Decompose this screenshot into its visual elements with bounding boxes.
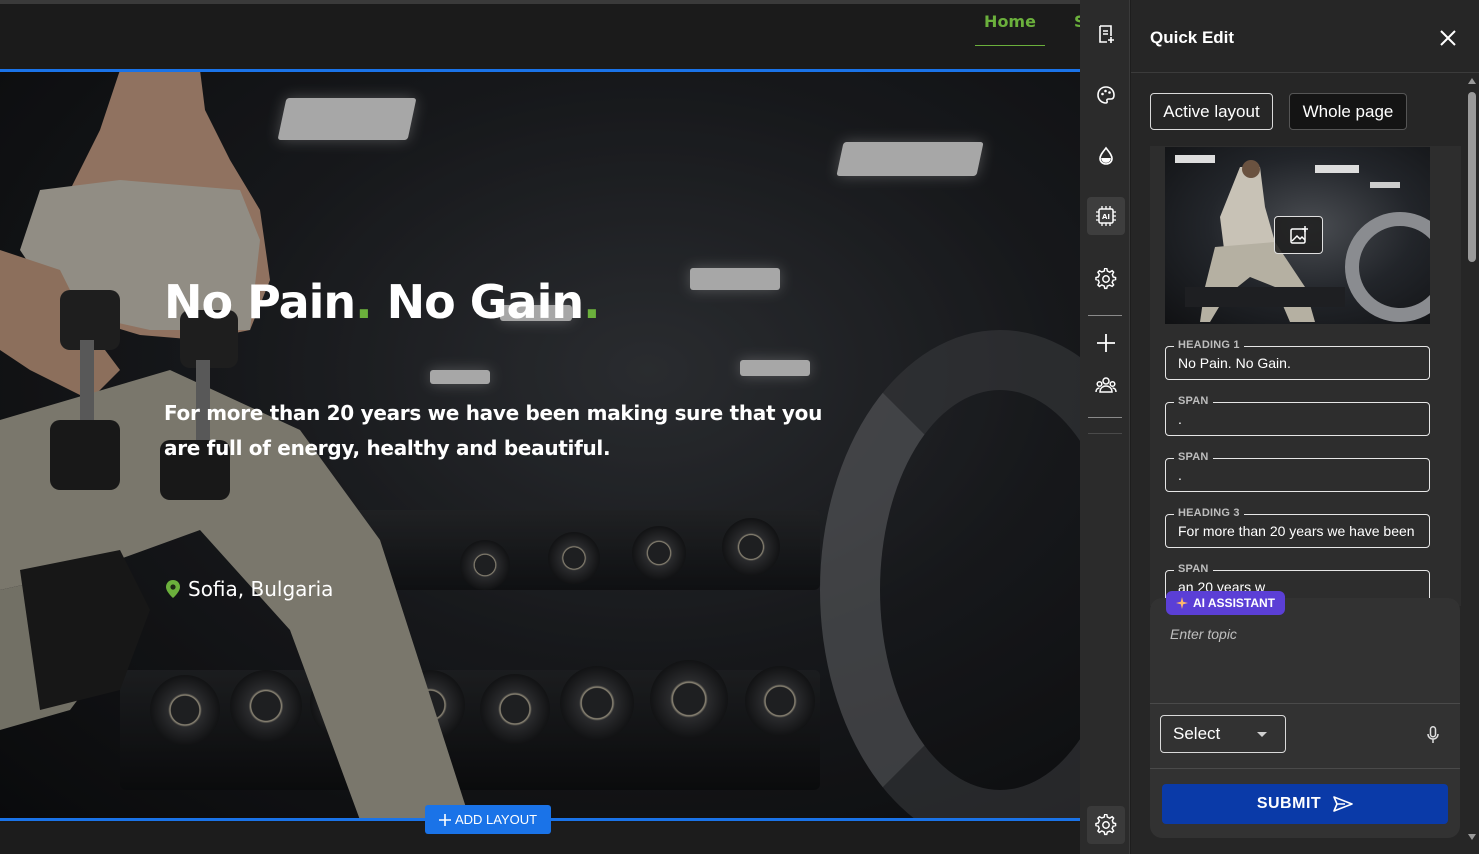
add-layout-label: ADD LAYOUT (454, 812, 538, 827)
submit-label: SUBMIT (1256, 795, 1322, 812)
theme-colors-button[interactable] (1087, 76, 1125, 114)
field-span[interactable]: SPAN . (1165, 395, 1430, 436)
site-header: Home S (0, 0, 1080, 70)
scroll-up-arrow-icon[interactable] (1468, 78, 1476, 84)
ai-chip-icon: AI (1096, 206, 1116, 226)
scroll-down-arrow-icon[interactable] (1468, 834, 1476, 840)
ai-divider (1150, 768, 1460, 769)
rail-divider (1088, 433, 1122, 434)
ai-tools-button[interactable]: AI (1087, 197, 1125, 235)
ai-badge-label: AI ASSISTANT (1193, 596, 1276, 610)
drop-icon (1099, 146, 1113, 165)
svg-text:AI: AI (1102, 213, 1110, 221)
hero-section[interactable]: No Pain. No Gain. For more than 20 years… (0, 70, 1080, 820)
location-text: Sofia, Bulgaria (188, 577, 334, 601)
layout-image-thumbnail[interactable] (1165, 147, 1430, 324)
page-add-icon (1099, 25, 1114, 43)
field-label: HEADING 3 (1174, 507, 1244, 519)
field-value[interactable]: . (1178, 411, 1419, 427)
add-element-button[interactable] (1087, 324, 1125, 362)
select-value: Select (1173, 724, 1221, 743)
field-span[interactable]: SPAN . (1165, 451, 1430, 492)
field-label: SPAN (1174, 451, 1213, 463)
ai-mode-select[interactable]: Select (1160, 715, 1286, 753)
tab-active-layout[interactable]: Active layout (1150, 93, 1273, 130)
ai-topic-input[interactable] (1150, 618, 1460, 704)
field-value[interactable]: For more than 20 years we have been maki… (1178, 523, 1419, 539)
panel-header: Quick Edit (1131, 0, 1479, 73)
scrollbar-thumb[interactable] (1468, 92, 1476, 262)
send-icon (1333, 796, 1353, 812)
site-preview: Home S No Pain. No Gain. For more than 2… (0, 0, 1080, 854)
hero-heading[interactable]: No Pain. No Gain. (164, 275, 601, 329)
panel-title: Quick Edit (1150, 28, 1235, 47)
location-pin-icon (166, 580, 180, 598)
nav-link-home[interactable]: Home (975, 10, 1045, 46)
palette-icon (1097, 86, 1115, 104)
plus-icon (1097, 334, 1115, 352)
fields-scroll-area[interactable]: HEADING 1 No Pain. No Gain. SPAN . SPAN … (1150, 146, 1461, 606)
hero-heading-part1: No Pain (164, 275, 356, 329)
field-heading-3[interactable]: HEADING 3 For more than 20 years we have… (1165, 507, 1430, 548)
rail-divider (1088, 417, 1122, 418)
people-icon (1095, 377, 1117, 393)
app-root: Home S No Pain. No Gain. For more than 2… (0, 0, 1479, 854)
chevron-down-icon (1257, 732, 1267, 737)
close-icon[interactable] (1436, 26, 1460, 50)
ai-assistant-badge: AI ASSISTANT (1166, 591, 1286, 615)
tool-rail: AI (1080, 0, 1130, 854)
field-label: SPAN (1174, 563, 1213, 575)
submit-button[interactable]: SUBMIT (1162, 784, 1448, 824)
global-settings-button[interactable] (1087, 806, 1125, 844)
hero-heading-dot: . (583, 275, 601, 329)
change-image-button[interactable] (1274, 216, 1323, 254)
color-drop-button[interactable] (1087, 137, 1125, 175)
tab-whole-page[interactable]: Whole page (1289, 93, 1407, 130)
layout-settings-button[interactable] (1087, 260, 1125, 298)
quick-edit-panel: Quick Edit Active layout Whole page HEAD… (1131, 0, 1479, 854)
rail-divider (1088, 315, 1122, 316)
microphone-icon[interactable] (1426, 726, 1440, 744)
add-layout-button[interactable]: ADD LAYOUT (425, 805, 551, 834)
image-add-icon (1289, 226, 1308, 244)
field-value[interactable]: . (1178, 467, 1419, 483)
gear-icon (1095, 268, 1117, 290)
field-label: HEADING 1 (1174, 339, 1244, 351)
plus-icon (438, 813, 451, 826)
hero-subheading[interactable]: For more than 20 years we have been maki… (164, 396, 834, 466)
hero-location[interactable]: Sofia, Bulgaria (166, 577, 333, 601)
hero-heading-part2: No Gain (371, 275, 584, 329)
ai-assistant-box: AI ASSISTANT Select SUBMIT (1150, 591, 1460, 838)
settings-icon (1095, 814, 1117, 836)
page-add-button[interactable] (1087, 15, 1125, 53)
hero-heading-dot: . (355, 275, 373, 329)
sparkle-icon (1176, 597, 1188, 609)
team-button[interactable] (1087, 367, 1125, 405)
field-label: SPAN (1174, 395, 1213, 407)
field-heading-1[interactable]: HEADING 1 No Pain. No Gain. (1165, 339, 1430, 380)
field-value[interactable]: No Pain. No Gain. (1178, 355, 1419, 371)
